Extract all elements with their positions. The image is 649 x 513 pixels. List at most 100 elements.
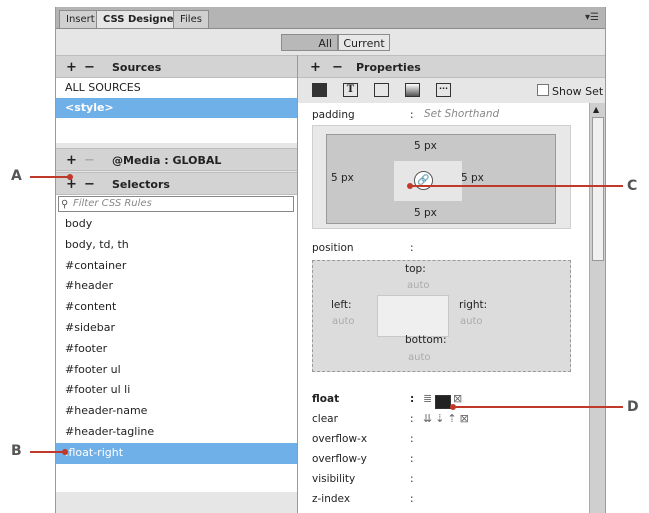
checkbox-icon <box>537 84 549 96</box>
all-button[interactable]: All <box>281 34 338 51</box>
left-column: + − Sources ALL SOURCES <style> + − @Med… <box>56 55 298 513</box>
selector-item[interactable]: #header <box>56 276 297 297</box>
source-item-selected[interactable]: <style> <box>56 98 297 118</box>
add-property-button[interactable]: + <box>310 56 321 79</box>
callout-d-dot <box>450 404 456 410</box>
css-designer-panel: Insert CSS Designer Files ▾☰ All Current… <box>55 7 606 513</box>
callout-a-dot <box>67 174 73 180</box>
selectors-list: ⚲ Filter CSS Rules body body, td, th #co… <box>56 195 297 492</box>
remove-media-button[interactable]: − <box>84 149 95 172</box>
filter-css-rules-input[interactable]: ⚲ Filter CSS Rules <box>58 196 294 212</box>
right-value[interactable]: auto <box>460 316 483 327</box>
selector-item[interactable]: body <box>56 214 297 235</box>
scroll-up-icon[interactable]: ▲ <box>593 105 599 114</box>
padding-right-value[interactable]: 5 px <box>461 172 484 184</box>
padding-inner: 5 px 5 px 5 px 5 px 🔗 <box>326 134 556 224</box>
position-label: position <box>312 242 354 254</box>
view-toggle-row: All Current <box>56 29 605 53</box>
properties-title: Properties <box>356 61 421 74</box>
properties-scrollbar[interactable]: ▲ <box>589 103 605 513</box>
left-value[interactable]: auto <box>332 316 355 327</box>
callout-c: C <box>627 178 638 194</box>
selector-item[interactable]: #header-name <box>56 401 297 422</box>
selectors-header: + − Selectors <box>56 172 297 195</box>
clear-options-icon[interactable]: ⇊⇣⇡⊠ <box>423 412 472 425</box>
properties-list: padding : Set Shorthand 5 px 5 px 5 px 5… <box>298 103 589 513</box>
add-media-button[interactable]: + <box>66 149 77 172</box>
selector-item-selected[interactable]: .float-right <box>56 442 297 464</box>
tab-css-designer[interactable]: CSS Designer <box>96 10 186 28</box>
callout-c-dot <box>407 183 413 189</box>
float-none-icon[interactable]: ⊠ <box>453 392 462 405</box>
source-item[interactable]: ALL SOURCES <box>56 78 297 98</box>
text-category-icon[interactable]: T <box>343 83 358 97</box>
right-column: + − Properties T ··· Show Set padding : … <box>298 55 605 513</box>
callout-d-line <box>453 406 623 408</box>
callout-b-dot <box>62 449 68 455</box>
bottom-label: bottom: <box>405 334 447 346</box>
callout-a: A <box>11 168 22 184</box>
selector-rules: body body, td, th #container #header #co… <box>56 214 297 464</box>
sources-title: Sources <box>112 61 162 74</box>
selector-item[interactable]: #header-tagline <box>56 422 297 443</box>
callout-b: B <box>11 443 22 459</box>
background-category-icon[interactable] <box>405 83 420 97</box>
selector-item[interactable]: #footer <box>56 339 297 360</box>
z-index-label: z-index <box>312 493 351 505</box>
selector-item[interactable]: #footer ul <box>56 360 297 381</box>
top-label: top: <box>405 263 426 275</box>
properties-header: + − Properties <box>298 55 605 78</box>
selector-item[interactable]: #content <box>56 297 297 318</box>
colon: : <box>410 242 414 254</box>
remove-selector-button[interactable]: − <box>84 173 95 196</box>
right-label: right: <box>459 299 488 311</box>
show-set-label: Show Set <box>552 85 604 98</box>
media-title: @Media : GLOBAL <box>112 154 222 167</box>
bottom-value[interactable]: auto <box>408 352 431 363</box>
callout-a-line <box>30 176 70 178</box>
link-icon[interactable]: 🔗 <box>414 171 433 190</box>
colon: : <box>410 433 414 445</box>
border-category-icon[interactable] <box>374 83 389 97</box>
remove-source-button[interactable]: − <box>84 56 95 79</box>
selector-item[interactable]: body, td, th <box>56 235 297 256</box>
padding-bottom-value[interactable]: 5 px <box>414 207 437 219</box>
selector-item[interactable]: #sidebar <box>56 318 297 339</box>
sources-header: + − Sources <box>56 55 297 78</box>
selector-item[interactable]: #footer ul li <box>56 380 297 401</box>
colon: : <box>410 453 414 465</box>
callout-d: D <box>627 399 639 415</box>
property-category-row: T ··· Show Set <box>298 78 605 103</box>
padding-top-value[interactable]: 5 px <box>414 140 437 152</box>
callout-b-line <box>30 451 64 453</box>
top-value[interactable]: auto <box>407 280 430 291</box>
remove-property-button[interactable]: − <box>332 56 343 79</box>
sources-list: ALL SOURCES <style> <box>56 78 297 143</box>
position-box: top: auto left: auto right: auto bottom:… <box>312 260 571 372</box>
show-set-checkbox[interactable]: Show Set <box>537 84 603 98</box>
clear-label: clear <box>312 413 338 425</box>
menu-icon[interactable]: ▾☰ <box>585 12 599 23</box>
padding-left-value[interactable]: 5 px <box>331 172 354 184</box>
visibility-label: visibility <box>312 473 356 485</box>
colon: : <box>410 493 414 505</box>
more-category-icon[interactable]: ··· <box>436 83 451 97</box>
search-icon: ⚲ <box>61 199 69 210</box>
colon: : <box>410 473 414 485</box>
float-label: float <box>312 393 340 405</box>
scrollbar-thumb[interactable] <box>592 117 604 261</box>
current-button[interactable]: Current <box>338 34 390 51</box>
position-center <box>377 295 449 337</box>
colon: : <box>410 393 415 405</box>
panel-tab-bar: Insert CSS Designer Files ▾☰ <box>56 7 605 29</box>
layout-category-icon[interactable] <box>312 83 327 97</box>
callout-c-line <box>411 185 623 187</box>
left-label: left: <box>331 299 352 311</box>
tab-files[interactable]: Files <box>173 10 209 28</box>
float-right-icon[interactable] <box>435 395 451 409</box>
overflow-x-label: overflow-x <box>312 433 368 445</box>
add-source-button[interactable]: + <box>66 56 77 79</box>
set-shorthand-field[interactable]: Set Shorthand <box>424 108 499 120</box>
selector-item[interactable]: #container <box>56 256 297 277</box>
float-left-icon[interactable]: ≣ <box>423 392 432 405</box>
